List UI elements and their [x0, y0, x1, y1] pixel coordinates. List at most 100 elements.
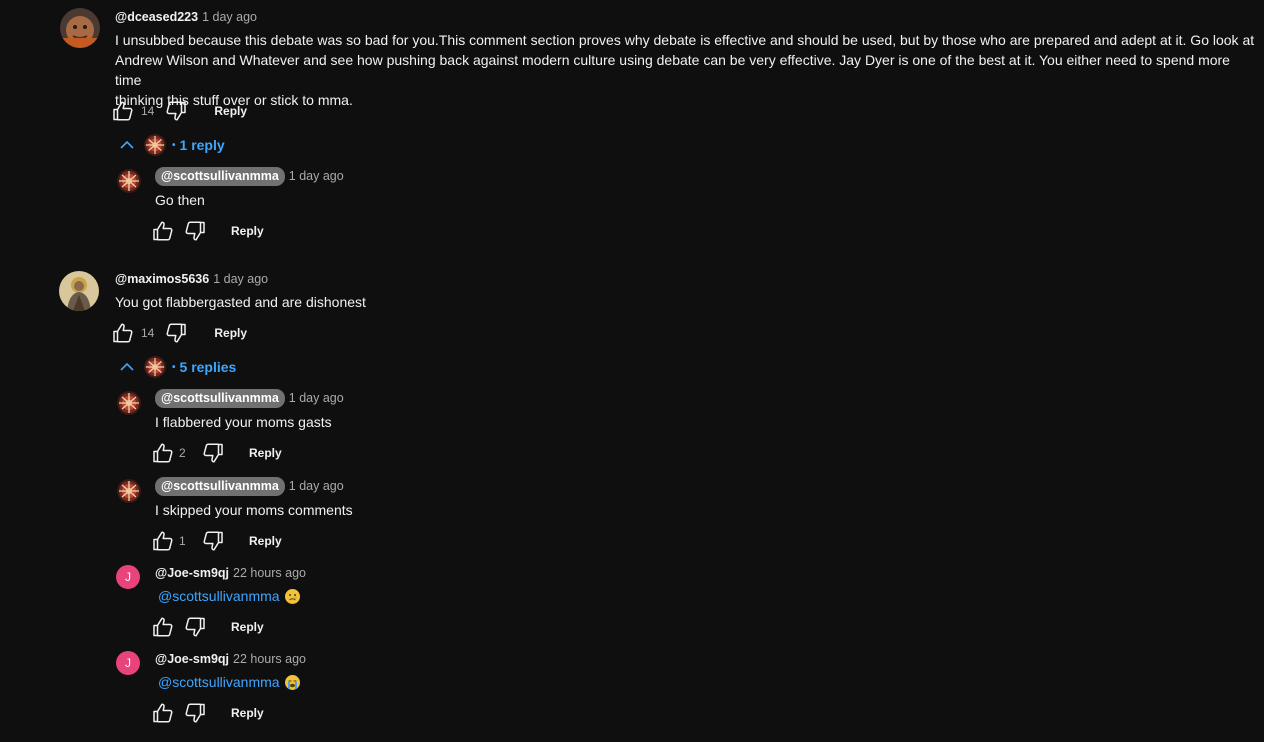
dislike-button[interactable]	[201, 529, 225, 553]
reply-author[interactable]: @Joe-sm9qj	[155, 652, 229, 666]
reply-button[interactable]: Reply	[231, 224, 264, 238]
dislike-button[interactable]	[164, 321, 188, 345]
reply-actions: 1 Reply	[151, 529, 282, 553]
dislike-button[interactable]	[183, 615, 207, 639]
thumb-down-icon	[185, 221, 205, 241]
comment-actions: 14 Reply	[111, 321, 247, 345]
chevron-up-icon	[120, 140, 134, 149]
avatar[interactable]: J	[116, 651, 140, 675]
reply-button[interactable]: Reply	[214, 104, 247, 118]
thumb-up-icon	[153, 617, 173, 637]
dislike-button[interactable]	[201, 441, 225, 465]
bullet-separator: •	[172, 139, 176, 151]
comment-time[interactable]: 1 day ago	[213, 272, 268, 286]
reply-text: @scottsullivanmma	[158, 672, 300, 692]
reply-time[interactable]: 1 day ago	[289, 391, 344, 405]
reply-time[interactable]: 22 hours ago	[233, 566, 306, 580]
sad-face-emoji-icon	[284, 589, 300, 604]
avatar[interactable]	[117, 479, 141, 503]
thumb-down-icon	[185, 617, 205, 637]
chevron-up-icon	[120, 362, 134, 371]
like-count: 2	[179, 446, 186, 460]
reply-actions: 2 Reply	[151, 441, 282, 465]
thumb-up-icon	[153, 531, 173, 551]
comment-author[interactable]: @maximos5636	[115, 272, 209, 286]
reply-button[interactable]: Reply	[249, 534, 282, 548]
avatar[interactable]	[117, 169, 141, 193]
thumb-down-icon	[166, 101, 187, 121]
avatar-letter: J	[125, 570, 131, 584]
comment-text: I unsubbed because this debate was so ba…	[115, 30, 1260, 110]
thumb-up-icon	[113, 101, 133, 121]
avatar[interactable]	[60, 8, 100, 48]
reply-time[interactable]: 1 day ago	[289, 479, 344, 493]
thumb-up-icon	[153, 703, 173, 723]
reply-time[interactable]: 22 hours ago	[233, 652, 306, 666]
avatar-image	[117, 169, 141, 193]
avatar[interactable]	[59, 271, 99, 311]
thumb-down-icon	[203, 443, 223, 463]
reply-button[interactable]: Reply	[231, 706, 264, 720]
reply-header: @Joe-sm9qj 22 hours ago	[155, 652, 306, 666]
reply-button[interactable]: Reply	[231, 620, 264, 634]
comment-line: Andrew Wilson and Whatever and see how p…	[115, 52, 1230, 88]
reply-header: @Joe-sm9qj 22 hours ago	[155, 566, 306, 580]
like-button[interactable]	[111, 321, 135, 345]
avatar[interactable]: J	[116, 565, 140, 589]
reply-text: Go then	[155, 192, 205, 208]
like-button[interactable]	[151, 615, 175, 639]
reply-header: @scottsullivanmma 1 day ago	[155, 167, 344, 186]
creator-author-chip[interactable]: @scottsullivanmma	[155, 389, 285, 408]
avatar-letter: J	[125, 656, 131, 670]
dislike-button[interactable]	[183, 701, 207, 725]
avatar-image	[117, 479, 141, 503]
like-button[interactable]	[111, 99, 135, 123]
thumb-down-icon	[185, 703, 205, 723]
comment-text: You got flabbergasted and are dishonest	[115, 294, 366, 310]
reply-actions: Reply	[151, 219, 264, 243]
avatar[interactable]	[117, 391, 141, 415]
replies-toggle[interactable]: • 5 replies	[118, 356, 236, 378]
replier-avatar-icon	[144, 356, 166, 378]
bullet-separator: •	[172, 361, 176, 373]
thumb-up-icon	[153, 221, 173, 241]
comment-line: thinking this stuff over or stick to mma…	[115, 92, 353, 108]
creator-author-chip[interactable]: @scottsullivanmma	[155, 167, 285, 186]
like-count: 14	[141, 326, 155, 340]
comment-actions: 14 Reply	[111, 99, 247, 123]
like-button[interactable]	[151, 441, 175, 465]
reply-actions: Reply	[151, 615, 264, 639]
comment-line: I unsubbed because this debate was so ba…	[115, 32, 1255, 48]
comment-author[interactable]: @dceased223	[115, 10, 198, 24]
reply-header: @scottsullivanmma 1 day ago	[155, 477, 344, 496]
comment-header: @dceased223 1 day ago	[115, 10, 257, 24]
like-button[interactable]	[151, 701, 175, 725]
thumb-down-icon	[203, 531, 223, 551]
like-count: 1	[179, 534, 186, 548]
replier-avatar-icon	[144, 134, 166, 156]
reply-text: @scottsullivanmma	[158, 586, 300, 606]
mention-link[interactable]: @scottsullivanmma	[158, 674, 280, 690]
reply-button[interactable]: Reply	[214, 326, 247, 340]
reply-text: I flabbered your moms gasts	[155, 414, 332, 430]
replies-count: 5 replies	[179, 359, 237, 375]
comment-time[interactable]: 1 day ago	[202, 10, 257, 24]
like-button[interactable]	[151, 219, 175, 243]
mention-link[interactable]: @scottsullivanmma	[158, 588, 280, 604]
avatar-image	[60, 8, 100, 48]
replies-toggle[interactable]: • 1 reply	[118, 134, 225, 156]
thumb-up-icon	[113, 323, 133, 343]
like-button[interactable]	[151, 529, 175, 553]
reply-header: @scottsullivanmma 1 day ago	[155, 389, 344, 408]
reply-author[interactable]: @Joe-sm9qj	[155, 566, 229, 580]
reply-button[interactable]: Reply	[249, 446, 282, 460]
dislike-button[interactable]	[164, 99, 188, 123]
creator-author-chip[interactable]: @scottsullivanmma	[155, 477, 285, 496]
dislike-button[interactable]	[183, 219, 207, 243]
thumb-up-icon	[153, 443, 173, 463]
reply-time[interactable]: 1 day ago	[289, 169, 344, 183]
thumb-down-icon	[166, 323, 187, 343]
avatar-image	[117, 391, 141, 415]
replies-count: 1 reply	[179, 137, 225, 153]
reply-text: I skipped your moms comments	[155, 502, 353, 518]
